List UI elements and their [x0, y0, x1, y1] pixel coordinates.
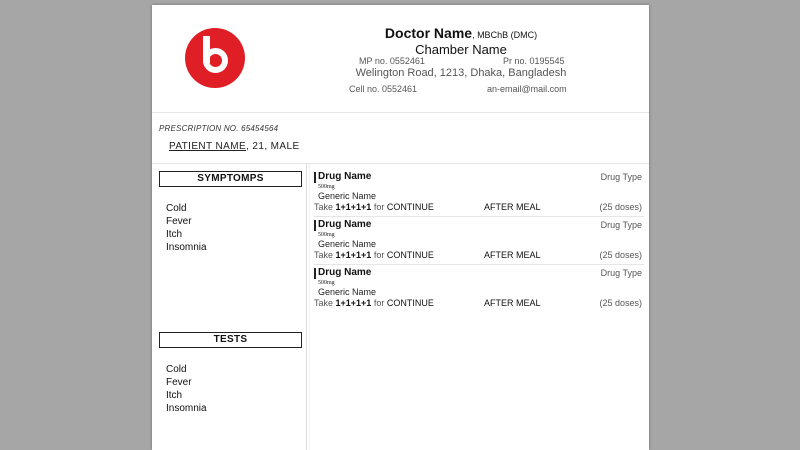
drug-generic-name: Generic Name	[318, 239, 377, 249]
drug-name: Drug Name	[318, 171, 372, 182]
pr-number: Pr no. 0195545	[503, 56, 565, 66]
drug-entry: Drug Name Drug Type 500mg Generic Name T…	[314, 170, 644, 217]
chamber-name: Chamber Name	[415, 42, 507, 57]
mp-number: MP no. 0552461	[359, 56, 425, 66]
drug-marker	[314, 268, 316, 279]
meal-instruction: AFTER MEAL	[484, 298, 541, 308]
for-text: for	[371, 250, 387, 260]
doctor-degree: , MBChB (DMC)	[472, 30, 538, 40]
take-prefix: Take	[314, 250, 336, 260]
drug-name: Drug Name	[318, 267, 372, 278]
symptoms-title: SYMPTOMPS	[159, 171, 302, 187]
patient-name-label: PATIENT NAME	[169, 141, 247, 152]
dose-count: (25 doses)	[599, 250, 642, 260]
drug-strength: 500mg	[318, 184, 335, 190]
left-column: SYMPTOMPS Cold Fever Itch Insomnia TESTS…	[154, 164, 307, 450]
dose-count: (25 doses)	[599, 202, 642, 212]
test-item: Cold	[166, 364, 187, 375]
prescription-page: Doctor Name, MBChB (DMC) Chamber Name MP…	[152, 5, 649, 450]
prescription-number: PRESCRIPTION NO. 65454564	[159, 124, 279, 133]
logo-circle	[185, 28, 245, 88]
symptom-item: Insomnia	[166, 242, 207, 253]
doctor-info: Doctor Name, MBChB (DMC) Chamber Name	[348, 25, 574, 57]
drug-instructions: Take 1+1+1+1 for CONTINUE	[314, 202, 434, 212]
meal-instruction: AFTER MEAL	[484, 250, 541, 260]
brand-logo-icon	[185, 28, 245, 88]
test-item: Itch	[166, 390, 183, 401]
drug-type: Drug Type	[600, 172, 642, 182]
test-item: Insomnia	[166, 403, 207, 414]
cell-number: Cell no. 0552461	[349, 84, 418, 94]
take-prefix: Take	[314, 298, 336, 308]
doctor-name: Doctor Name	[384, 25, 473, 41]
drug-strength: 500mg	[318, 280, 335, 286]
dose-schedule: 1+1+1+1	[335, 298, 372, 308]
drug-name: Drug Name	[318, 219, 372, 230]
tests-list: Cold Fever Itch Insomnia	[166, 363, 207, 415]
symptoms-list: Cold Fever Itch Insomnia	[166, 202, 207, 254]
drug-generic-name: Generic Name	[318, 287, 377, 297]
symptom-item: Cold	[166, 203, 187, 214]
dose-schedule: 1+1+1+1	[335, 250, 372, 260]
drug-marker	[314, 172, 316, 183]
meal-instruction: AFTER MEAL	[484, 202, 541, 212]
drug-type: Drug Type	[600, 268, 642, 278]
dose-schedule: 1+1+1+1	[335, 202, 372, 212]
prescription-header: Doctor Name, MBChB (DMC) Chamber Name MP…	[152, 5, 649, 113]
doctor-email: an-email@mail.com	[487, 84, 567, 94]
drug-marker	[314, 220, 316, 231]
drug-list: Drug Name Drug Type 500mg Generic Name T…	[309, 164, 647, 450]
dose-count: (25 doses)	[599, 298, 642, 308]
for-text: for	[371, 202, 387, 212]
drug-instructions: Take 1+1+1+1 for CONTINUE	[314, 298, 434, 308]
drug-entry: Drug Name Drug Type 500mg Generic Name T…	[314, 266, 644, 313]
take-prefix: Take	[314, 202, 336, 212]
doctor-address: Welington Road, 1213, Dhaka, Bangladesh	[355, 67, 567, 79]
doctor-name-line: Doctor Name, MBChB (DMC)	[348, 25, 574, 41]
drug-entry: Drug Name Drug Type 500mg Generic Name T…	[314, 218, 644, 265]
symptom-item: Fever	[166, 216, 192, 227]
duration: CONTINUE	[386, 250, 434, 260]
drug-type: Drug Type	[600, 220, 642, 230]
duration: CONTINUE	[386, 298, 434, 308]
test-item: Fever	[166, 377, 192, 388]
tests-title: TESTS	[159, 332, 302, 348]
drug-instructions: Take 1+1+1+1 for CONTINUE	[314, 250, 434, 260]
drug-strength: 500mg	[318, 232, 335, 238]
patient-info: PATIENT NAME, 21, MALE	[169, 141, 300, 152]
for-text: for	[371, 298, 387, 308]
patient-details: , 21, MALE	[246, 141, 300, 152]
symptom-item: Itch	[166, 229, 183, 240]
duration: CONTINUE	[386, 202, 434, 212]
drug-generic-name: Generic Name	[318, 191, 377, 201]
